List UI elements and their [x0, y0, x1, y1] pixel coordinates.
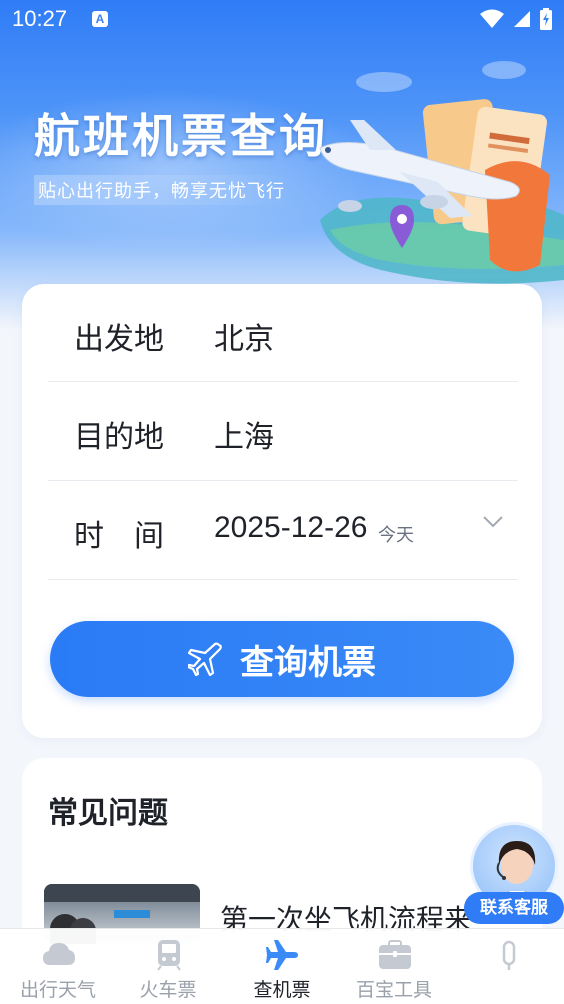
tab-weather-label: 出行天气	[19, 979, 96, 1001]
destination-row[interactable]: 目的地 上海	[48, 382, 518, 481]
train-icon	[157, 940, 181, 971]
departure-label: 出发地	[74, 322, 164, 357]
date-value[interactable]: 2025-12-26	[214, 511, 367, 545]
status-bar: 10:27 A	[0, 0, 564, 38]
customer-service-label: 联系客服	[464, 892, 564, 924]
tab-weather[interactable]: 出行天气	[2, 929, 114, 1004]
airplane-icon	[188, 642, 222, 677]
flight-search-card: 出发地 北京 目的地 上海 时间 2025-12-26 今天 查询机票	[22, 284, 542, 738]
tab-train-label: 火车票	[139, 979, 197, 1001]
signal-icon	[514, 11, 530, 27]
notification-app-icon: A	[92, 11, 108, 27]
date-row[interactable]: 时间 2025-12-26 今天	[48, 481, 518, 580]
status-indicators	[480, 8, 552, 30]
cloud-icon	[43, 943, 75, 965]
more-icon	[502, 940, 516, 970]
toolbox-icon	[379, 940, 411, 969]
airplane-illustration	[319, 99, 564, 284]
banner-subtitle: 贴心出行助手，畅享无忧飞行	[34, 175, 295, 205]
date-label: 时间	[74, 519, 194, 554]
destination-value[interactable]: 上海	[214, 412, 274, 456]
tab-tools[interactable]: 百宝工具	[338, 929, 450, 1004]
bottom-tab-bar: 出行天气 火车票 查机票 百宝工具	[0, 928, 564, 1004]
airplane-icon	[266, 940, 298, 970]
header-banner: 10:27 A 航班机票查询 贴心出行助手，畅享无忧飞行	[0, 0, 564, 330]
destination-label: 目的地	[74, 420, 164, 455]
tab-flight[interactable]: 查机票	[226, 929, 338, 1004]
tab-flight-label: 查机票	[253, 979, 311, 1001]
tab-tools-label: 百宝工具	[355, 979, 432, 1001]
date-today-hint: 今天	[378, 525, 414, 546]
status-time: 10:27	[12, 6, 68, 31]
chevron-down-icon[interactable]	[482, 515, 504, 529]
search-flights-label: 查询机票	[240, 642, 376, 683]
wifi-icon	[480, 9, 504, 28]
faq-title: 常见问题	[48, 796, 168, 831]
customer-service-button[interactable]: 联系客服	[464, 822, 564, 926]
tab-train[interactable]: 火车票	[112, 929, 224, 1004]
search-flights-button[interactable]: 查询机票	[50, 621, 514, 697]
battery-icon	[540, 8, 552, 30]
departure-value[interactable]: 北京	[214, 314, 274, 358]
banner-title: 航班机票查询	[34, 109, 328, 163]
tab-more[interactable]	[452, 929, 564, 1004]
departure-row[interactable]: 出发地 北京	[48, 284, 518, 382]
